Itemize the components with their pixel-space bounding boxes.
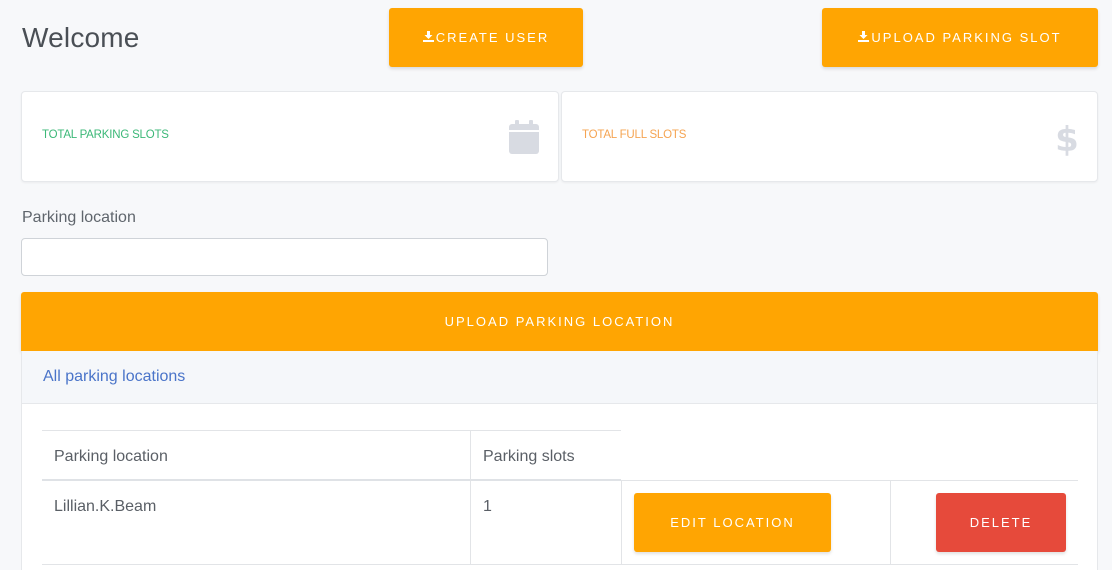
upload-parking-location-button[interactable]: UPLOAD PARKING LOCATION	[21, 292, 1098, 351]
table-header-row: Parking location Parking slots	[42, 430, 1078, 481]
table-row: Lillian.K.Beam 1 EDIT LOCATION DELETE	[42, 481, 1078, 565]
edit-location-button[interactable]: EDIT LOCATION	[634, 493, 831, 552]
cell-edit: EDIT LOCATION	[621, 481, 890, 565]
create-user-button[interactable]: CREATE USER	[389, 8, 583, 67]
parking-locations-panel: All parking locations Parking location P…	[21, 351, 1098, 570]
svg-text:$: $	[1056, 120, 1078, 156]
dollar-icon: $	[1055, 120, 1079, 160]
cell-delete: DELETE	[890, 481, 1078, 565]
upload-parking-slot-label: UPLOAD PARKING SLOT	[871, 30, 1062, 45]
upload-parking-slot-button[interactable]: UPLOAD PARKING SLOT	[822, 8, 1098, 67]
calendar-icon	[509, 120, 539, 158]
download-icon	[422, 30, 434, 45]
page-title: Welcome	[22, 22, 140, 53]
cell-slots: 1	[470, 481, 621, 565]
parking-locations-table: Parking location Parking slots Lillian.K…	[42, 430, 1078, 565]
total-full-slots-card: TOTAL FULL SLOTS $	[561, 91, 1098, 182]
panel-title: All parking locations	[22, 351, 1097, 404]
column-header-slots: Parking slots	[470, 430, 621, 481]
stat-label-total-full-slots: TOTAL FULL SLOTS	[582, 129, 687, 141]
dashboard-page: Welcome CREATE USER UPLOAD PARKING SLOT …	[0, 0, 1112, 570]
column-header-location: Parking location	[42, 430, 470, 481]
delete-button[interactable]: DELETE	[936, 493, 1066, 552]
create-user-label: CREATE USER	[435, 30, 550, 45]
stat-label-total-parking-slots: TOTAL PARKING SLOTS	[42, 129, 169, 141]
cell-location: Lillian.K.Beam	[54, 498, 157, 515]
parking-location-label: Parking location	[22, 209, 136, 226]
parking-location-input[interactable]	[21, 238, 548, 276]
total-parking-slots-card: TOTAL PARKING SLOTS	[21, 91, 559, 182]
download-icon	[858, 30, 870, 45]
